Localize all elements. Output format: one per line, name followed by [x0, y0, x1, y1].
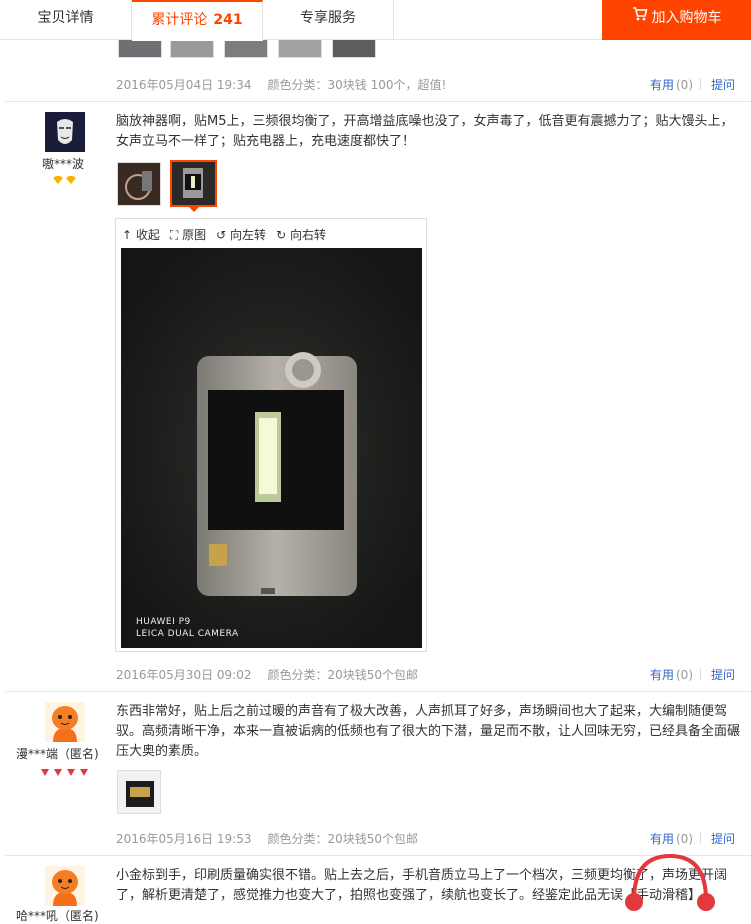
- selected-arrow-icon: [188, 206, 200, 212]
- useful-count: (0): [676, 832, 693, 846]
- useful-button[interactable]: 有用 (0): [650, 830, 693, 847]
- review-date: 2016年05月30日 09:02: [116, 668, 252, 682]
- tab-reviews-label: 累计评论: [151, 12, 208, 28]
- rotate-right-icon: ↻: [276, 228, 287, 242]
- divider: [700, 832, 701, 844]
- review-meta: 2016年05月04日 19:34 颜色分类：30块钱 100个，超值!: [116, 76, 446, 93]
- review-spec: 颜色分类：30块钱 100个，超值!: [267, 78, 447, 92]
- player-photo: [121, 248, 422, 648]
- review-photo-thumb[interactable]: [117, 770, 161, 814]
- photo-watermark: HUAWEI P9 LEICA DUAL CAMERA: [136, 616, 239, 640]
- original-label: 原图: [182, 228, 207, 242]
- viewer-toolbar: ↑ 收起 ⛶ 原图 ↺ 向左转 ↻ 向右转: [122, 226, 336, 243]
- review-divider: [5, 691, 751, 692]
- ask-button[interactable]: 提问: [711, 76, 735, 93]
- useful-count: (0): [676, 78, 693, 92]
- collapse-label: 收起: [135, 228, 160, 242]
- heart-rank-icon: [39, 766, 91, 780]
- watermark-line-2: LEICA DUAL CAMERA: [136, 629, 239, 639]
- useful-count: (0): [676, 668, 693, 682]
- review-text: 脑放神器啊，贴M5上，三频很均衡了，开高增益底噪也没了，女声毒了，低音更有震撼力…: [116, 114, 734, 149]
- divider: [700, 668, 701, 680]
- diamond-rank-icon: [52, 174, 78, 188]
- useful-label: 有用: [649, 832, 674, 846]
- review-photo-thumb[interactable]: [117, 162, 161, 206]
- useful-button[interactable]: 有用 (0): [650, 76, 693, 93]
- ask-button[interactable]: 提问: [711, 666, 735, 683]
- collapse-button[interactable]: ↑ 收起: [122, 228, 160, 242]
- avatar[interactable]: [45, 702, 85, 742]
- reviewer-name: 嗷***波: [42, 157, 85, 171]
- arrow-up-icon: ↑: [122, 228, 133, 242]
- tab-services[interactable]: 专享服务: [263, 0, 394, 40]
- review-meta: 2016年05月16日 19:53 颜色分类：20块钱50个包邮: [116, 830, 418, 847]
- rotate-left-button[interactable]: ↺ 向左转: [216, 228, 266, 242]
- tab-details[interactable]: 宝贝详情: [0, 0, 132, 40]
- rotate-left-label: 向左转: [230, 228, 267, 242]
- cart-icon: [632, 0, 648, 36]
- original-image-button[interactable]: ⛶ 原图: [170, 228, 206, 242]
- divider: [700, 78, 701, 90]
- review-meta: 2016年05月30日 09:02 颜色分类：20块钱50个包邮: [116, 666, 418, 683]
- headphone-logo-icon: [620, 850, 720, 919]
- useful-button[interactable]: 有用 (0): [650, 666, 693, 683]
- rotate-right-label: 向右转: [289, 228, 326, 242]
- add-to-cart-button[interactable]: 加入购物车: [602, 0, 751, 40]
- photo-viewer: ↑ 收起 ⛶ 原图 ↺ 向左转 ↻ 向右转 HUAWEI P9 LEICA DU…: [115, 218, 427, 652]
- ask-button[interactable]: 提问: [711, 830, 735, 847]
- watermark-line-1: HUAWEI P9: [136, 617, 191, 627]
- expand-icon: ⛶: [169, 228, 179, 242]
- review-date: 2016年05月04日 19:34: [116, 78, 252, 92]
- rotate-left-icon: ↺: [216, 228, 227, 242]
- review-tab-bar: 宝贝详情 累计评论 241 专享服务 加入购物车: [0, 0, 751, 41]
- rotate-right-button[interactable]: ↻ 向右转: [276, 228, 326, 242]
- avatar[interactable]: [45, 866, 85, 906]
- review-divider: [5, 101, 751, 102]
- reviewer-name: 漫***端（匿名): [16, 747, 99, 761]
- tab-reviews[interactable]: 累计评论 241: [132, 0, 263, 41]
- useful-label: 有用: [649, 668, 674, 682]
- useful-label: 有用: [649, 78, 674, 92]
- tab-reviews-count: 241: [213, 12, 243, 28]
- add-to-cart-label: 加入购物车: [651, 10, 722, 26]
- review-text: 东西非常好，贴上后之前过暖的声音有了极大改善，人声抓耳了好多，声场瞬间也大了起来…: [116, 704, 741, 759]
- avatar[interactable]: [45, 112, 85, 152]
- review-spec: 颜色分类：20块钱50个包邮: [267, 832, 419, 846]
- review-date: 2016年05月16日 19:53: [116, 832, 252, 846]
- review-spec: 颜色分类：20块钱50个包邮: [267, 668, 419, 682]
- review-photo-thumb-selected[interactable]: [170, 160, 217, 207]
- review-photo-large[interactable]: HUAWEI P9 LEICA DUAL CAMERA: [121, 248, 422, 648]
